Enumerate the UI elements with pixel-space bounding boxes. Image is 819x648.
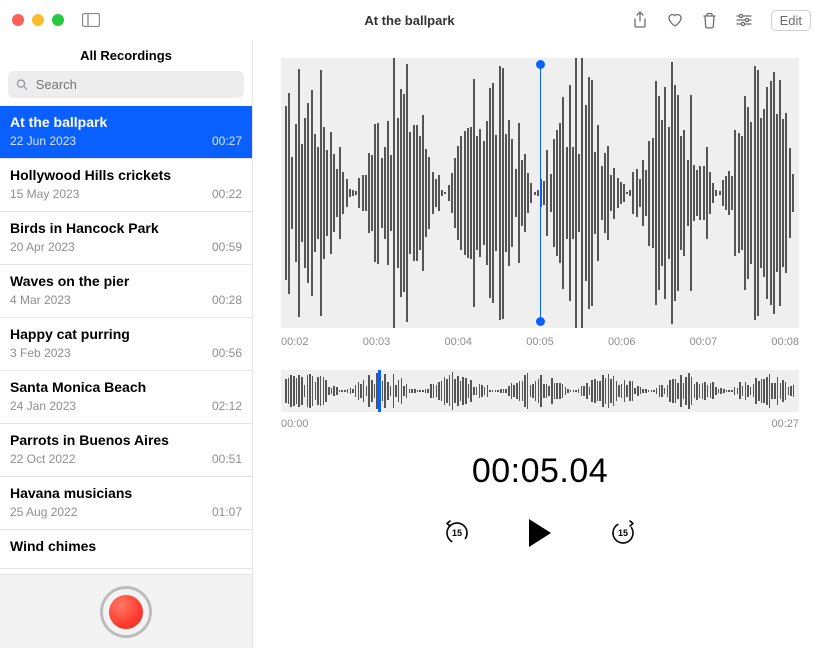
recording-date: 24 Jan 2023 [10,399,76,413]
recording-list: At the ballpark 22 Jun 2023 00:27 Hollywoo… [0,106,252,574]
list-item[interactable]: Wind chimes [0,530,252,569]
recording-duration: 00:28 [212,293,242,307]
recording-duration: 00:51 [212,452,242,466]
recording-name: Happy cat purring [10,326,242,342]
sidebar-footer [0,574,252,648]
settings-button[interactable] [735,13,753,27]
window-controls [12,14,64,26]
recording-duration: 00:59 [212,240,242,254]
play-button[interactable] [529,519,551,547]
recording-duration: 02:12 [212,399,242,413]
recording-name: Parrots in Buenos Aires [10,432,242,448]
skip-back-button[interactable]: 15 [443,519,471,547]
toggle-sidebar-button[interactable] [82,13,100,27]
recording-name: Hollywood Hills crickets [10,167,242,183]
time-tick: 00:06 [608,336,636,348]
time-ticks: 00:02 00:03 00:04 00:05 00:06 00:07 00:08 [281,328,799,348]
current-time: 00:05.04 [281,452,799,491]
close-window[interactable] [12,14,24,26]
share-icon [632,11,648,29]
list-item[interactable]: Birds in Hancock Park 20 Apr 2023 00:59 [0,212,252,265]
minimize-window[interactable] [32,14,44,26]
skip-forward-label: 15 [618,528,628,538]
time-tick: 00:04 [444,336,472,348]
recording-date: 15 May 2023 [10,187,79,201]
recording-date: 4 Mar 2023 [10,293,71,307]
fullscreen-window[interactable] [52,14,64,26]
edit-button[interactable]: Edit [771,10,811,31]
sidebar-icon [82,13,100,27]
range-end: 00:27 [771,418,799,430]
recording-name: Wind chimes [10,538,242,554]
recording-duration: 01:07 [212,505,242,519]
search-input[interactable] [34,76,236,93]
delete-button[interactable] [702,12,717,29]
list-item[interactable]: Santa Monica Beach 24 Jan 2023 02:12 [0,371,252,424]
recording-date: 3 Feb 2023 [10,346,71,360]
time-tick: 00:05 [526,336,554,348]
waveform-detail[interactable] [281,58,799,328]
favorite-button[interactable] [666,12,684,28]
list-item[interactable]: Hollywood Hills crickets 15 May 2023 00:2… [0,159,252,212]
recording-date: 20 Apr 2023 [10,240,75,254]
recording-date: 25 Aug 2022 [10,505,77,519]
share-button[interactable] [632,11,648,29]
titlebar: At the ballpark Edit [0,0,819,40]
recording-date: 22 Oct 2022 [10,452,75,466]
main-pane: 00:02 00:03 00:04 00:05 00:06 00:07 00:08 00:0… [253,40,819,648]
recording-name: Waves on the pier [10,273,242,289]
range-start: 00:00 [281,418,309,430]
recording-name: Santa Monica Beach [10,379,242,395]
heart-icon [666,12,684,28]
list-item[interactable]: Happy cat purring 3 Feb 2023 00:56 [0,318,252,371]
time-tick: 00:03 [363,336,391,348]
time-tick: 00:07 [690,336,718,348]
recording-date: 22 Jun 2023 [10,134,76,148]
record-button[interactable] [100,586,152,638]
overview-playhead[interactable] [378,370,381,412]
sliders-icon [735,13,753,27]
list-item[interactable]: Waves on the pier 4 Mar 2023 00:28 [0,265,252,318]
time-tick: 00:08 [771,336,799,348]
list-item[interactable]: Havana musicians 25 Aug 2022 01:07 [0,477,252,530]
skip-back-label: 15 [452,528,462,538]
trash-icon [702,12,717,29]
toolbar-right: Edit [632,10,811,31]
search-icon [16,78,28,91]
recording-name: Birds in Hancock Park [10,220,242,236]
recording-duration: 00:56 [212,346,242,360]
app-window: At the ballpark Edit All Recordings [0,0,819,648]
sidebar-title: All Recordings [0,40,252,71]
recording-duration: 00:27 [212,134,242,148]
search-field[interactable] [8,71,244,98]
waveform-overview[interactable] [281,370,799,412]
playback-controls: 15 15 [281,519,799,547]
body: All Recordings At the ballpark 22 Jun 20… [0,40,819,648]
time-range: 00:00 00:27 [281,418,799,430]
skip-forward-button[interactable]: 15 [609,519,637,547]
time-tick: 00:02 [281,336,309,348]
recording-duration: 00:22 [212,187,242,201]
list-item[interactable]: Parrots in Buenos Aires 22 Oct 2022 00:51 [0,424,252,477]
list-item[interactable]: At the ballpark 22 Jun 2023 00:27 [0,106,252,159]
sidebar: All Recordings At the ballpark 22 Jun 20… [0,40,253,648]
recording-name: Havana musicians [10,485,242,501]
recording-name: At the ballpark [10,114,242,130]
